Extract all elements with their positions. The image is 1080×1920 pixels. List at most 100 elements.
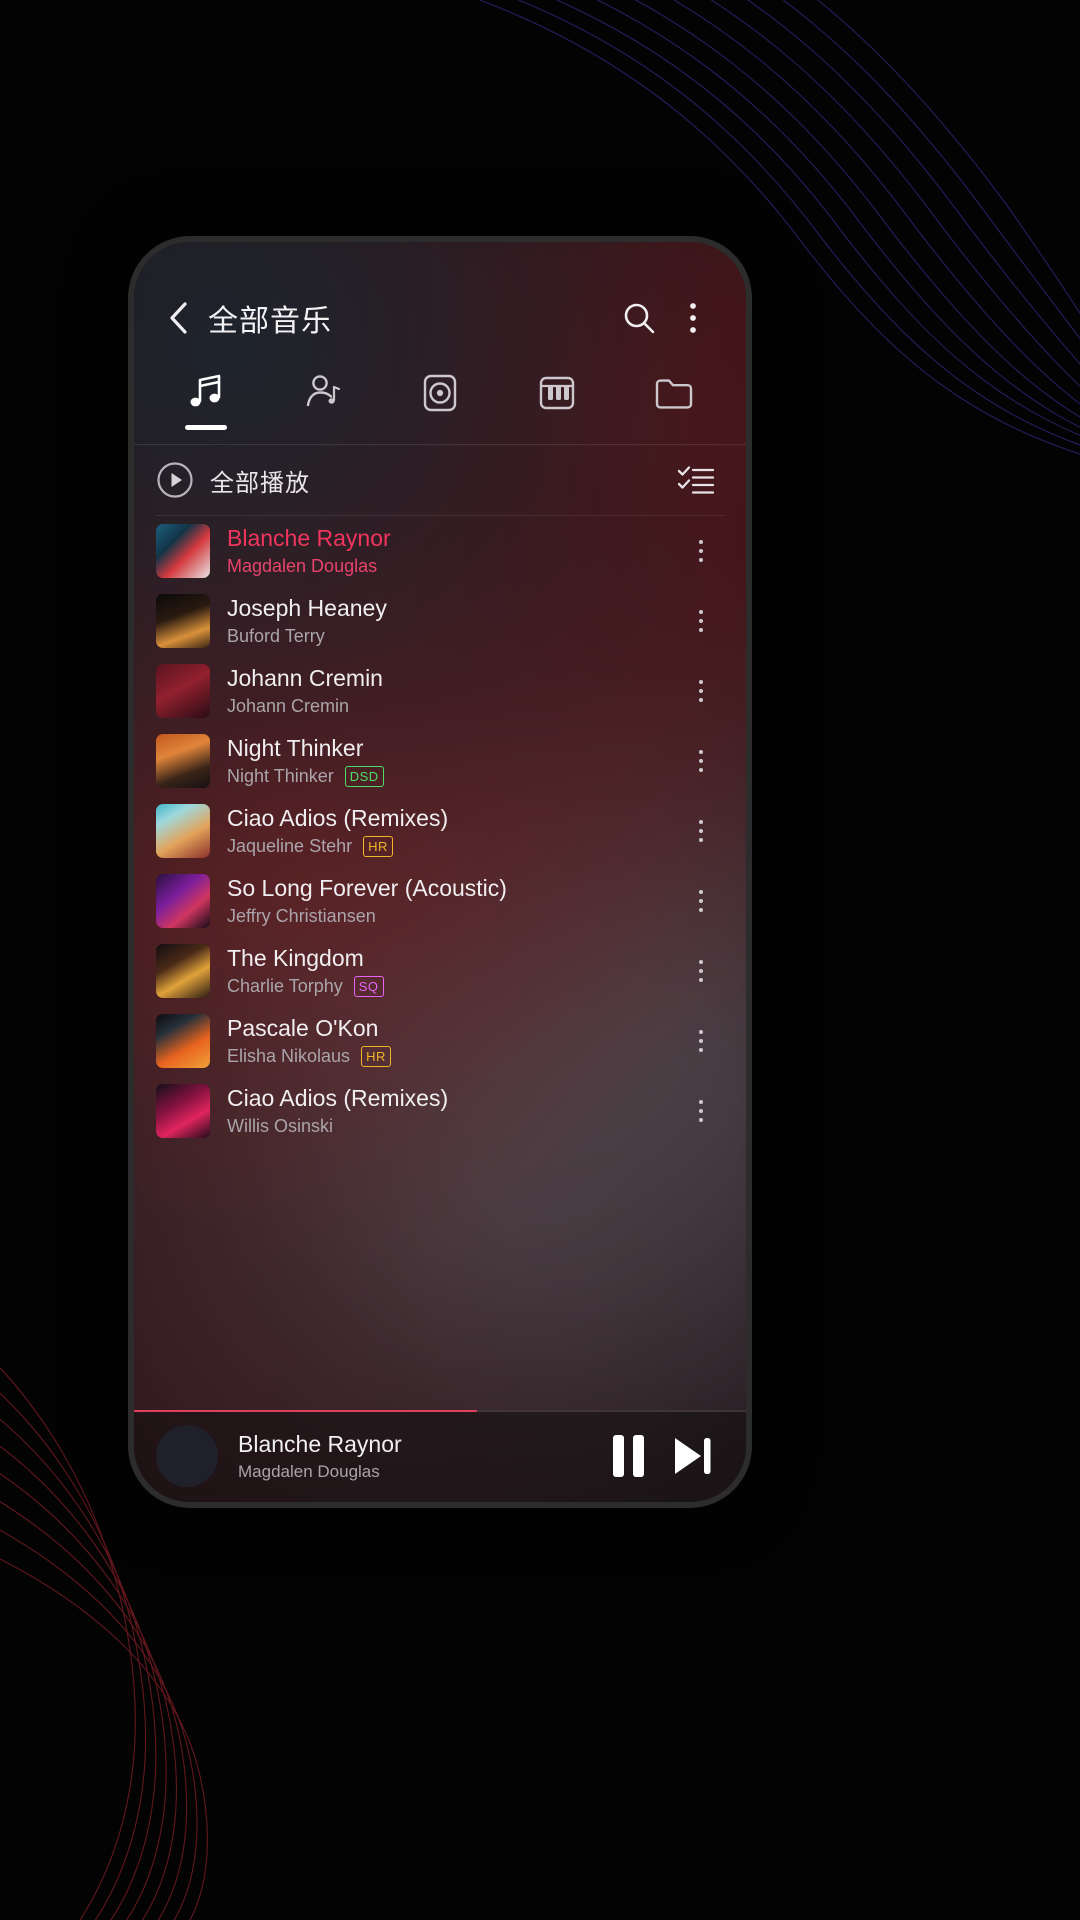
album-art-image xyxy=(156,664,210,718)
album-art-image xyxy=(156,944,210,998)
tab-artists[interactable] xyxy=(265,366,382,444)
tab-genres[interactable] xyxy=(498,366,615,444)
next-track-button[interactable] xyxy=(660,1424,724,1488)
track-row[interactable]: Ciao Adios (Remixes) Willis Osinski xyxy=(134,1076,746,1146)
track-artist: Willis Osinski xyxy=(227,1115,333,1136)
track-album-art xyxy=(156,524,210,578)
now-playing-artist: Magdalen Douglas xyxy=(238,1461,380,1481)
track-row[interactable]: Pascale O'Kon Elisha Nikolaus HR xyxy=(134,1006,746,1076)
track-subtitle-row: Charlie Torphy SQ xyxy=(227,975,678,997)
phone-screen: 全部音乐 全部播放 Blanche Raynor Magdalen Dougla… xyxy=(134,242,746,1502)
tab-songs[interactable] xyxy=(148,366,265,444)
track-title: So Long Forever (Acoustic) xyxy=(227,875,507,902)
track-subtitle-row: Willis Osinski xyxy=(227,1116,678,1137)
album-art-image xyxy=(156,804,210,858)
play-all-row[interactable]: 全部播放 xyxy=(134,445,746,515)
track-album-art xyxy=(156,874,210,928)
now-playing-title: Blanche Raynor xyxy=(238,1430,402,1457)
track-overflow-button[interactable] xyxy=(678,594,724,648)
track-title: Pascale O'Kon xyxy=(227,1015,379,1042)
track-row[interactable]: Ciao Adios (Remixes) Jaqueline Stehr HR xyxy=(134,796,746,866)
track-title: The Kingdom xyxy=(227,945,364,972)
track-artist: Magdalen Douglas xyxy=(227,555,378,576)
phone-device-frame: 全部音乐 全部播放 Blanche Raynor Magdalen Dougla… xyxy=(128,236,752,1508)
more-vertical-icon xyxy=(699,1030,703,1052)
track-title: Night Thinker xyxy=(227,735,364,762)
checklist-icon xyxy=(677,466,715,494)
more-vertical-icon xyxy=(699,610,703,632)
multiselect-button[interactable] xyxy=(670,454,722,506)
chevron-left-icon xyxy=(170,302,187,334)
track-artist: Johann Cremin xyxy=(227,695,350,716)
track-row[interactable]: Blanche Raynor Magdalen Douglas xyxy=(134,516,746,586)
track-title: Johann Cremin xyxy=(227,665,383,692)
artist-icon xyxy=(301,370,345,416)
track-subtitle-row: Magdalen Douglas xyxy=(227,556,678,577)
more-vertical-icon xyxy=(699,890,703,912)
quality-badge: DSD xyxy=(344,765,384,787)
track-row[interactable]: Joseph Heaney Buford Terry xyxy=(134,586,746,656)
album-art-image xyxy=(156,594,210,648)
more-vertical-icon xyxy=(699,960,703,982)
track-artist: Buford Terry xyxy=(227,625,325,646)
now-playing-album-art[interactable] xyxy=(156,1425,218,1487)
more-vertical-icon xyxy=(699,680,703,702)
now-playing-bar[interactable]: Blanche Raynor Magdalen Douglas xyxy=(134,1410,746,1502)
page-title: 全部音乐 xyxy=(208,305,332,338)
play-all-left-group[interactable]: 全部播放 xyxy=(156,461,670,499)
skip-next-icon xyxy=(675,1438,711,1474)
overflow-menu-button[interactable] xyxy=(666,291,720,345)
playback-progress-fill xyxy=(134,1410,477,1412)
album-art-image xyxy=(156,1084,210,1138)
track-meta: Joseph Heaney Buford Terry xyxy=(227,595,678,647)
track-title: Blanche Raynor xyxy=(227,525,391,552)
playback-progress-bar[interactable] xyxy=(134,1410,746,1412)
track-artist: Jeffry Christiansen xyxy=(227,905,376,926)
track-overflow-button[interactable] xyxy=(678,664,724,718)
play-circle-icon xyxy=(157,462,193,498)
track-meta: Ciao Adios (Remixes) Jaqueline Stehr HR xyxy=(227,805,678,857)
track-album-art xyxy=(156,594,210,648)
track-artist: Night Thinker xyxy=(227,765,334,786)
track-list[interactable]: Blanche Raynor Magdalen Douglas Joseph Hea… xyxy=(134,516,746,1410)
track-overflow-button[interactable] xyxy=(678,804,724,858)
pause-button[interactable] xyxy=(596,1424,660,1488)
more-vertical-icon xyxy=(699,750,703,772)
track-overflow-button[interactable] xyxy=(678,944,724,998)
piano-keys-icon xyxy=(535,370,579,416)
track-overflow-button[interactable] xyxy=(678,734,724,788)
track-album-art xyxy=(156,944,210,998)
app-top-bar: 全部音乐 xyxy=(134,270,746,366)
category-tab-bar xyxy=(134,366,746,444)
track-overflow-button[interactable] xyxy=(678,524,724,578)
track-album-art xyxy=(156,1084,210,1138)
tab-albums[interactable] xyxy=(382,366,499,444)
track-album-art xyxy=(156,734,210,788)
track-overflow-button[interactable] xyxy=(678,1084,724,1138)
track-subtitle-row: Johann Cremin xyxy=(227,696,678,717)
more-vertical-icon xyxy=(699,820,703,842)
track-meta: Blanche Raynor Magdalen Douglas xyxy=(227,525,678,577)
search-icon xyxy=(624,303,655,334)
track-row[interactable]: Johann Cremin Johann Cremin xyxy=(134,656,746,726)
track-album-art xyxy=(156,804,210,858)
track-subtitle-row: Jeffry Christiansen xyxy=(227,906,678,927)
tab-folders[interactable] xyxy=(615,366,732,444)
track-row[interactable]: Night Thinker Night Thinker DSD xyxy=(134,726,746,796)
track-row[interactable]: The Kingdom Charlie Torphy SQ xyxy=(134,936,746,1006)
track-row[interactable]: So Long Forever (Acoustic) Jeffry Christi… xyxy=(134,866,746,936)
search-button[interactable] xyxy=(612,291,666,345)
track-subtitle-row: Night Thinker DSD xyxy=(227,765,678,787)
track-meta: Night Thinker Night Thinker DSD xyxy=(227,735,678,787)
more-vertical-icon xyxy=(699,1100,703,1122)
music-note-icon xyxy=(184,370,228,416)
folder-icon xyxy=(652,370,696,416)
track-meta: Ciao Adios (Remixes) Willis Osinski xyxy=(227,1085,678,1137)
back-button[interactable] xyxy=(156,296,200,340)
track-overflow-button[interactable] xyxy=(678,874,724,928)
track-meta: So Long Forever (Acoustic) Jeffry Christi… xyxy=(227,875,678,927)
track-subtitle-row: Buford Terry xyxy=(227,626,678,647)
track-title: Ciao Adios (Remixes) xyxy=(227,805,449,832)
track-overflow-button[interactable] xyxy=(678,1014,724,1068)
more-vertical-icon xyxy=(690,303,696,333)
